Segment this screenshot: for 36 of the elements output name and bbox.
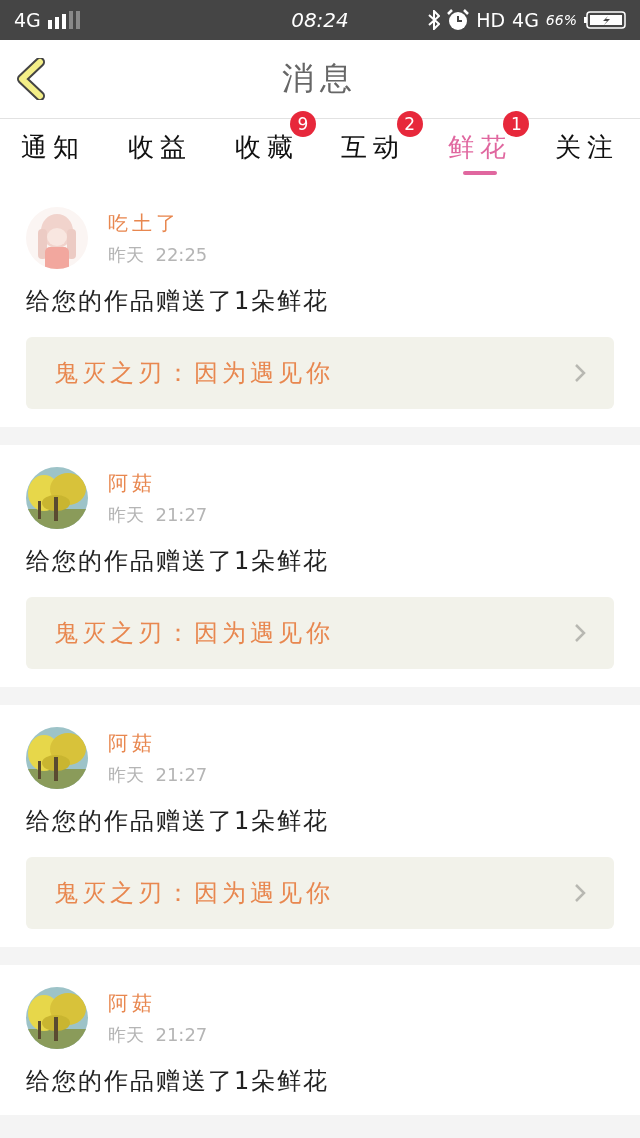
chevron-icon: [574, 623, 586, 643]
bluetooth-icon: [428, 10, 441, 30]
message-text: 给您的作品赠送了1朵鲜花: [26, 286, 331, 317]
timestamp: 昨天 21:27: [108, 502, 208, 527]
tab[interactable]: 通知: [21, 129, 86, 165]
message-text: 给您的作品赠送了1朵鲜花: [26, 806, 331, 837]
chevron-icon: [574, 883, 586, 903]
network-label: 4G: [14, 9, 41, 31]
timestamp: 昨天 21:27: [108, 762, 208, 787]
battery-percent: 66%: [545, 12, 577, 28]
clock: 08:24: [291, 8, 349, 32]
work-link[interactable]: 鬼灭之刃：因为遇见你: [26, 597, 614, 669]
user-name[interactable]: 阿菇: [108, 989, 208, 1017]
tab-indicator: [463, 171, 497, 175]
back-button[interactable]: [16, 58, 46, 100]
alarm-icon: [447, 9, 470, 31]
user-name[interactable]: 阿菇: [108, 469, 208, 497]
count-badge: 1: [503, 111, 530, 137]
chevron-icon: [574, 363, 586, 383]
message-text: 给您的作品赠送了1朵鲜花: [26, 546, 331, 577]
tab[interactable]: 关注: [554, 129, 619, 165]
work-link[interactable]: 鬼灭之刃：因为遇见你: [26, 337, 614, 409]
network-label: 4G: [512, 9, 539, 31]
battery-icon: [584, 11, 626, 29]
signal-icon: [47, 11, 82, 29]
page-title: 消息: [282, 58, 358, 99]
timestamp: 昨天 21:27: [108, 1022, 208, 1047]
count-badge: 9: [290, 111, 316, 137]
message-text: 给您的作品赠送了1朵鲜花: [26, 1066, 331, 1097]
user-name[interactable]: 阿菇: [108, 729, 208, 757]
work-link[interactable]: 鬼灭之刃：因为遇见你: [26, 857, 614, 929]
tab[interactable]: 收益: [128, 129, 192, 165]
timestamp: 昨天 22:25: [108, 242, 208, 267]
hd-label: HD: [476, 9, 506, 31]
count-badge: 2: [396, 111, 423, 137]
user-name[interactable]: 吃土了: [108, 209, 208, 237]
